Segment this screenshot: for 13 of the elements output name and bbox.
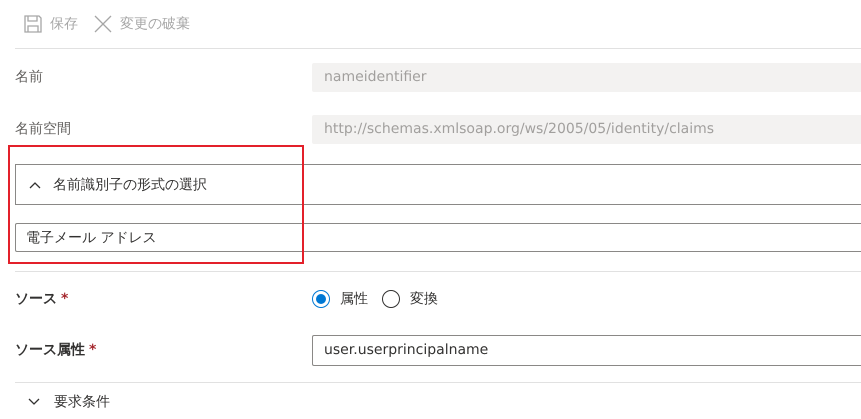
field-label: 名前 [15,68,44,86]
format-dropdown[interactable]: 電子メール アドレス [15,223,861,252]
radio-option[interactable]: 属性 [312,290,368,308]
accordion-header[interactable]: 名前識別子の形式の選択 [15,164,861,205]
close-icon [94,15,112,33]
text-field[interactable]: user.userprincipalname [312,334,861,366]
chevron-down-icon [28,398,40,406]
chevron-up-icon [29,180,41,188]
radio-option[interactable]: 変換 [382,290,438,308]
save-icon [24,15,42,33]
field-label: ソース属性 * [15,341,98,359]
field-label: 名前空間 [15,120,72,138]
field-label: ソース * [15,290,70,308]
